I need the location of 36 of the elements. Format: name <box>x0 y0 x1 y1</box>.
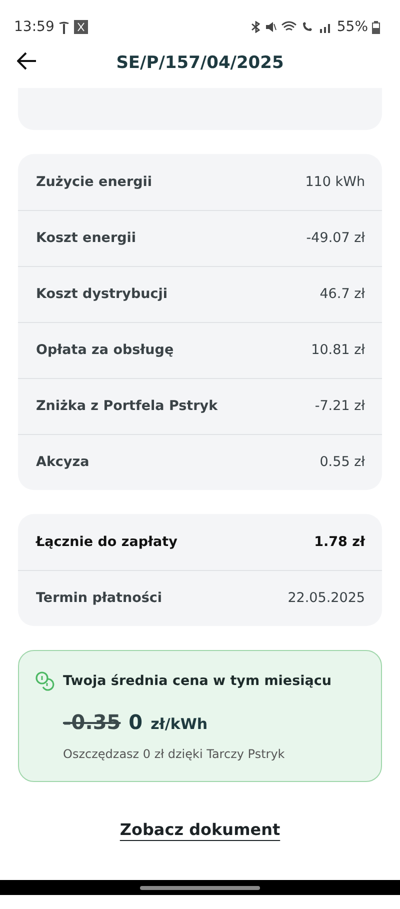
row-label: Zniżka z Portfela Pstryk <box>36 397 218 416</box>
row-label: Koszt energii <box>36 229 136 248</box>
signal-icon <box>318 21 333 33</box>
row-label: Łącznie do zapłaty <box>36 532 178 552</box>
call-icon <box>300 21 315 33</box>
row-label: Termin płatności <box>36 589 162 608</box>
row-label: Opłata za obsługę <box>36 341 174 360</box>
battery-icon <box>372 20 380 34</box>
status-time: 13:59 <box>14 18 54 36</box>
row-label: Zużycie energii <box>36 172 152 192</box>
invoice-number-title: SE/P/157/04/2025 <box>116 52 284 76</box>
antenna-icon <box>58 20 70 34</box>
row-value: 0.55 zł <box>320 453 365 472</box>
battery-percent: 55% <box>336 18 368 36</box>
view-document-link[interactable]: Zobacz dokument <box>120 818 280 842</box>
price-card-title: Twoja średnia cena w tym miesiącu <box>63 672 332 691</box>
row-value: 110 kWh <box>305 172 365 192</box>
row-value: -7.21 zł <box>314 397 365 416</box>
row-value: -49.07 zł <box>306 229 365 248</box>
back-arrow-icon[interactable] <box>17 52 37 70</box>
row-value: 46.7 zł <box>320 285 365 304</box>
row-label: Koszt dystrybucji <box>36 285 168 304</box>
current-price: 0 <box>128 709 143 736</box>
mute-icon <box>264 21 277 33</box>
home-handle[interactable] <box>140 886 260 890</box>
price-unit: zł/kWh <box>150 714 208 736</box>
row-value: 1.78 zł <box>314 532 365 552</box>
savings-note: Oszczędzasz 0 zł dzięki Tarczy Pstryk <box>62 746 286 764</box>
row-value: 10.81 zł <box>311 341 365 360</box>
row-label: Akcyza <box>36 453 90 472</box>
row-value: 22.05.2025 <box>288 589 365 608</box>
app-icon <box>74 20 88 34</box>
bluetooth-icon <box>250 21 261 33</box>
coins-icon <box>35 671 55 692</box>
wifi-icon <box>280 21 297 33</box>
old-price: -0.35 <box>63 709 121 736</box>
